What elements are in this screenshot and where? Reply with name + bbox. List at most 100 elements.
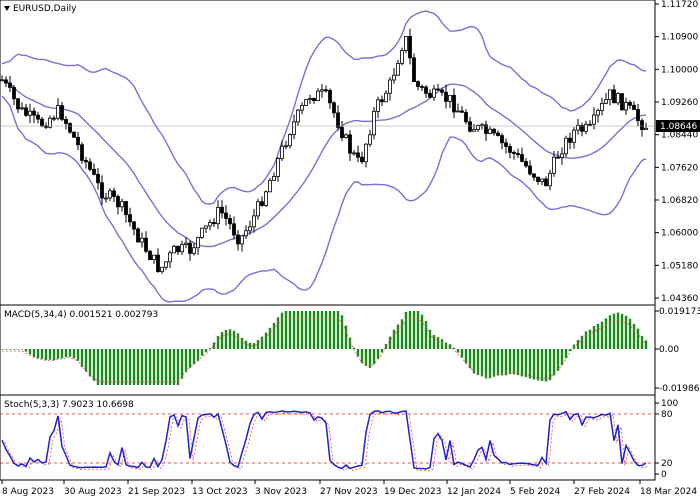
macd-bar [280, 312, 284, 349]
candle-body [164, 261, 168, 268]
macd-bar [232, 330, 236, 349]
macd-bar [296, 311, 300, 349]
macd-bar [144, 349, 148, 385]
candle-body [300, 105, 304, 111]
candle-body [184, 242, 188, 245]
macd-bar [432, 335, 436, 349]
macd-bar [20, 349, 24, 350]
price-tick-label: 1.07620 [661, 163, 698, 173]
candle-body [264, 191, 268, 206]
candle-body [424, 86, 428, 94]
macd-bar [244, 340, 248, 349]
macd-bar [56, 349, 60, 359]
candle-body [180, 244, 184, 253]
candle-body [160, 266, 164, 273]
macd-bar [288, 311, 292, 349]
price-pane-border [0, 0, 656, 306]
macd-bar [580, 335, 584, 349]
candle-body [176, 245, 180, 253]
candle-body [64, 118, 68, 124]
macd-bar [436, 337, 440, 349]
candle-body [440, 89, 444, 93]
candle-body [428, 92, 432, 98]
macd-bar [192, 349, 196, 365]
macd-bar [116, 349, 120, 385]
macd-bar [172, 349, 176, 385]
candle-body [624, 101, 628, 111]
macd-bar [508, 349, 512, 375]
candle-body [4, 79, 8, 84]
candle-body [296, 109, 300, 123]
candle-body [192, 247, 196, 254]
price-tick-label: 1.09260 [661, 98, 698, 108]
macd-bar [592, 326, 596, 349]
macd-bar [452, 347, 456, 349]
macd-bar [332, 311, 336, 349]
macd-bar [644, 340, 648, 349]
candle-body [80, 144, 84, 161]
macd-bar [8, 349, 12, 350]
candle-body [644, 127, 648, 131]
macd-bar [108, 349, 112, 385]
macd-bar [500, 349, 504, 376]
candle-body [28, 110, 32, 116]
candle-body [200, 227, 204, 238]
candle-body [332, 102, 336, 114]
macd-bar [100, 349, 104, 385]
macd-bar [548, 349, 552, 381]
candle-body [120, 201, 124, 208]
candle-body [204, 225, 208, 229]
macd-bar [328, 311, 332, 349]
macd-bar [184, 349, 188, 373]
dropdown-triangle-icon[interactable] [4, 6, 10, 11]
chart-canvas[interactable]: 1.11720 1.10900 1.10000 1.09260 1.08440 1.076… [0, 0, 700, 500]
chart-window[interactable]: 1.11720 1.10900 1.10000 1.09260 1.08440 1.076… [0, 0, 700, 500]
macd-bar [252, 343, 256, 349]
symbol-label: EURUSD,Daily [13, 4, 77, 14]
macd-bar [360, 349, 364, 363]
macd-bar [132, 349, 136, 385]
candle-body [444, 91, 448, 102]
candlesticks [0, 28, 648, 274]
macd-bar [520, 349, 524, 377]
macd-bar [264, 332, 268, 349]
candle-body [304, 99, 308, 106]
candle-body [24, 107, 28, 116]
candle-body [520, 154, 524, 162]
macd-bar [616, 312, 620, 349]
candle-body [620, 93, 624, 111]
macd-bar [52, 349, 56, 361]
candle-body [608, 89, 612, 100]
candle-body [464, 111, 468, 123]
candle-body [232, 223, 236, 236]
macd-bar [640, 335, 644, 349]
candle-body [552, 156, 556, 174]
candle-body [400, 50, 404, 64]
candle-body [540, 178, 544, 182]
candle-body [348, 134, 352, 154]
candle-body [592, 114, 596, 125]
candle-body [448, 94, 452, 102]
macd-bar [220, 332, 224, 349]
macd-bar [80, 349, 84, 368]
candle-body [56, 105, 60, 119]
x-tick-label: 8 Aug 2023 [2, 487, 54, 497]
macd-bar [608, 315, 612, 349]
candle-body [124, 201, 128, 216]
macd-bar [424, 320, 428, 349]
bollinger-lower-line [1, 95, 647, 303]
candle-body [600, 102, 604, 111]
macd-bar [84, 349, 88, 372]
candle-body [76, 136, 80, 146]
macd-bar [308, 311, 312, 349]
candle-body [336, 112, 340, 128]
macd-bar [584, 331, 588, 349]
candle-body [252, 215, 256, 228]
macd-bar [92, 349, 96, 381]
macd-bar [96, 349, 100, 385]
macd-bar [44, 349, 48, 361]
macd-bar [236, 333, 240, 349]
macd-bar [28, 349, 32, 355]
macd-bar [396, 324, 400, 349]
macd-bar [556, 349, 560, 371]
